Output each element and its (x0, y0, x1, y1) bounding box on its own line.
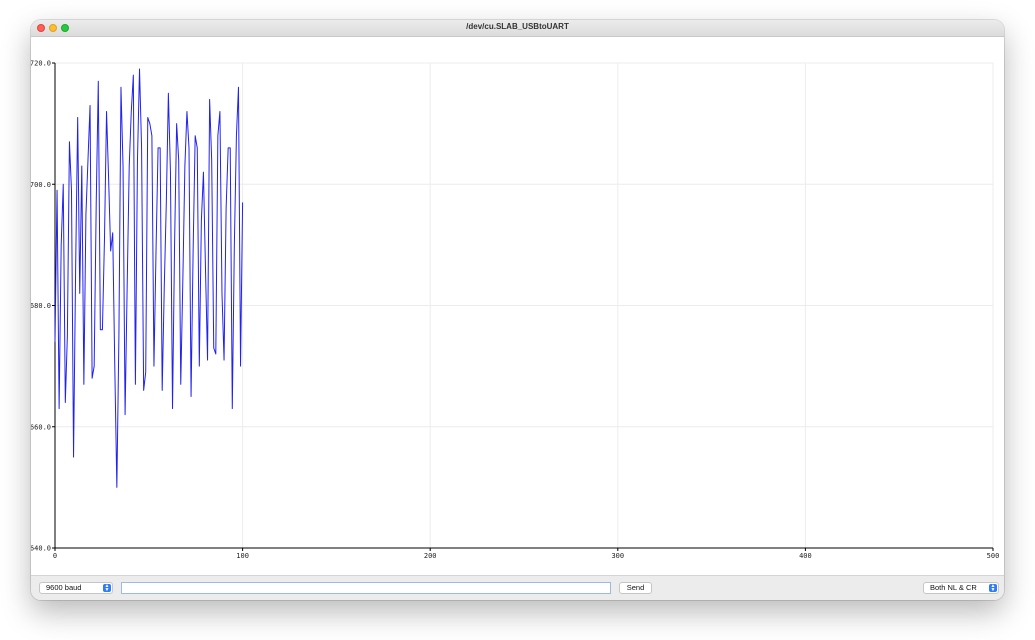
series-line (54, 68, 244, 488)
x-tick-label: 400 (799, 552, 812, 560)
y-tick-label: 680.0 (31, 302, 51, 310)
y-tick-label: 700.0 (31, 181, 51, 189)
plot-area: 640.0 660.0 680.0 700.0 720.0 0 100 200 300 400 50… (31, 37, 1004, 575)
window-title: /dev/cu.SLAB_USBtoUART (466, 22, 569, 31)
x-tick-label: 100 (236, 552, 249, 560)
bottom-toolbar: 9600 baud ▲ ▼ Send Both NL & CR ▲ ▼ (31, 575, 1004, 600)
line-ending-select[interactable]: Both NL & CR ▲ ▼ (923, 582, 999, 594)
serial-plot-chart: 640.0 660.0 680.0 700.0 720.0 0 100 200 300 400 50… (31, 60, 1000, 561)
y-tick-label: 640.0 (31, 545, 51, 553)
chevron-updown-icon: ▲ ▼ (103, 583, 111, 593)
x-tick-label: 500 (987, 552, 1000, 560)
serial-plotter-window: /dev/cu.SLAB_USBtoUART 640.0 660.0 680.0 70… (31, 20, 1004, 600)
baud-rate-select[interactable]: 9600 baud ▲ ▼ (39, 582, 113, 594)
send-message-input[interactable] (121, 582, 611, 594)
y-tick-label: 720.0 (31, 60, 51, 68)
x-tick-label: 200 (424, 552, 437, 560)
x-tick-label: 0 (53, 552, 57, 560)
baud-rate-value: 9600 baud (46, 583, 82, 592)
y-tick-label: 660.0 (31, 423, 51, 431)
chevron-updown-icon: ▲ ▼ (989, 583, 997, 593)
x-tick-label: 300 (611, 552, 624, 560)
title-bar: /dev/cu.SLAB_USBtoUART (31, 20, 1004, 37)
line-ending-value: Both NL & CR (930, 583, 977, 592)
send-button[interactable]: Send (619, 582, 652, 594)
